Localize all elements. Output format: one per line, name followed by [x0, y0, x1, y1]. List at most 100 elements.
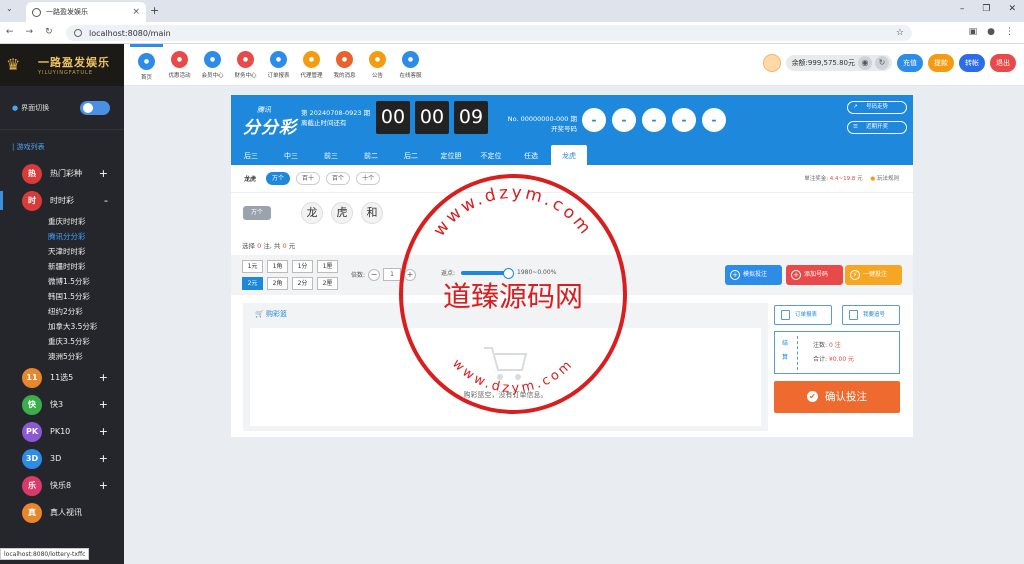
- play-tab[interactable]: 龙虎: [551, 145, 587, 165]
- sidebar-subitem[interactable]: 重庆3.5分彩: [0, 334, 124, 349]
- track-number-label: 我要追号: [863, 312, 886, 318]
- category-icon: 真: [22, 502, 42, 523]
- forward-icon[interactable]: →: [26, 27, 34, 37]
- withdraw-button[interactable]: 提款: [928, 54, 954, 72]
- play-tab[interactable]: 后三: [231, 147, 271, 165]
- unit-option[interactable]: 1元: [242, 260, 263, 273]
- unit-option[interactable]: 2角: [267, 277, 288, 290]
- expand-icon[interactable]: +: [99, 398, 108, 411]
- rules-link[interactable]: ● 玩法规则: [870, 174, 899, 182]
- play-tab[interactable]: 前三: [311, 147, 351, 165]
- sidebar-subitem[interactable]: 韩国1.5分彩: [0, 289, 124, 304]
- sidebar-subitem[interactable]: 纽约2分彩: [0, 304, 124, 319]
- sub-tab[interactable]: 百个: [326, 172, 351, 185]
- sidebar-subitem[interactable]: 腾讯分分彩: [0, 229, 124, 244]
- sidebar-subitem[interactable]: 澳洲5分彩: [0, 349, 124, 364]
- sidebar-category[interactable]: 11 11选5 +: [0, 364, 124, 391]
- menu-icon[interactable]: ⋮: [1005, 27, 1014, 37]
- pick-ball[interactable]: 龙: [301, 202, 324, 224]
- transfer-button[interactable]: 转帐: [959, 54, 985, 72]
- sidebar-subitem[interactable]: 加拿大3.5分彩: [0, 319, 124, 334]
- nav-home[interactable]: ● 首页: [130, 44, 163, 86]
- close-window-icon[interactable]: ✕: [1008, 4, 1016, 14]
- track-number-button[interactable]: 我要追号: [842, 305, 900, 325]
- expand-icon[interactable]: +: [99, 452, 108, 465]
- sidebar-category[interactable]: 快快3 +: [0, 391, 124, 418]
- play-tab[interactable]: 不定位: [471, 147, 511, 165]
- minimize-icon[interactable]: –: [960, 4, 965, 14]
- sidebar-category[interactable]: 乐快乐8 +: [0, 472, 124, 499]
- tab-search-icon[interactable]: ⌄: [6, 4, 13, 13]
- expand-icon[interactable]: +: [99, 371, 108, 384]
- refresh-icon[interactable]: ↻: [875, 56, 889, 70]
- sub-tab[interactable]: 十个: [356, 172, 381, 185]
- play-tab[interactable]: 前二: [351, 147, 391, 165]
- back-icon[interactable]: ←: [6, 27, 14, 37]
- sidebar-category[interactable]: 时时时彩 -: [0, 187, 124, 214]
- sidebar-subitem[interactable]: 天津时时彩: [0, 244, 124, 259]
- sidebar-category[interactable]: 3D 3D +: [0, 445, 124, 472]
- sidebar-subitem[interactable]: 新疆时时彩: [0, 259, 124, 274]
- new-tab-icon[interactable]: +: [150, 4, 159, 17]
- toggle-dot-icon: ●: [12, 103, 19, 112]
- expand-icon[interactable]: +: [99, 479, 108, 492]
- sidebar-subitem[interactable]: 微博1.5分彩: [0, 274, 124, 289]
- url-input[interactable]: localhost:8080/main ☆: [66, 25, 912, 41]
- play-tab[interactable]: 中三: [271, 147, 311, 165]
- sidebar-category[interactable]: 热热门彩种 +: [0, 160, 124, 187]
- restore-icon[interactable]: ❐: [982, 4, 990, 14]
- tab-close-icon[interactable]: ×: [132, 7, 140, 17]
- nav-headset[interactable]: ● 在线客服: [394, 44, 427, 86]
- sidebar-category[interactable]: 真真人视讯: [0, 499, 124, 526]
- reload-icon[interactable]: ↻: [45, 27, 53, 37]
- rules-icon: ●: [870, 176, 876, 182]
- action-button[interactable]: ⚡ 一键投注: [845, 265, 902, 285]
- sub-tab[interactable]: 百十: [296, 172, 321, 185]
- unit-option[interactable]: 2分: [292, 277, 313, 290]
- confirm-bet-button[interactable]: ✔ 确认投注: [774, 381, 900, 413]
- recent-draws-button[interactable]: ☰ 近期开奖: [847, 121, 907, 134]
- minus-icon[interactable]: −: [368, 268, 381, 281]
- nav-agent[interactable]: ● 代理管理: [295, 44, 328, 86]
- logout-button[interactable]: 退出: [990, 54, 1016, 72]
- pick-ball[interactable]: 和: [361, 202, 384, 224]
- avatar[interactable]: [762, 54, 781, 72]
- interface-toggle-switch[interactable]: [80, 100, 110, 115]
- play-tab[interactable]: 后二: [391, 147, 431, 165]
- unit-option[interactable]: 1分: [292, 260, 313, 273]
- nav-user[interactable]: ● 会员中心: [196, 44, 229, 86]
- action-button[interactable]: + 添加号码: [786, 265, 843, 285]
- extension-icon[interactable]: ▣: [969, 27, 978, 37]
- expand-icon[interactable]: +: [99, 167, 108, 180]
- play-tab[interactable]: 任选: [511, 147, 551, 165]
- play-tab[interactable]: 定位胆: [431, 147, 471, 165]
- nav-bell[interactable]: ● 公告: [361, 44, 394, 86]
- recharge-button[interactable]: 充值: [897, 54, 923, 72]
- nav-gift[interactable]: ● 优惠活动: [163, 44, 196, 86]
- site-info-icon[interactable]: [74, 29, 82, 37]
- sidebar-category[interactable]: PK PK10 +: [0, 418, 124, 445]
- profile-icon[interactable]: ●: [987, 27, 995, 37]
- cart-title: 🛒 购彩篮: [255, 309, 287, 319]
- unit-option[interactable]: 1厘: [317, 260, 338, 273]
- draw-ball: -: [642, 108, 666, 132]
- sidebar-subitem[interactable]: 重庆时时彩: [0, 214, 124, 229]
- bookmark-star-icon[interactable]: ☆: [896, 28, 904, 38]
- expand-icon[interactable]: +: [99, 425, 108, 438]
- browser-tab[interactable]: 一路盈发娱乐 ×: [26, 2, 146, 22]
- nav-report[interactable]: ● 订单报表: [262, 44, 295, 86]
- unit-option[interactable]: 1角: [267, 260, 288, 273]
- unit-option[interactable]: 2厘: [317, 277, 338, 290]
- nav-message[interactable]: ● 我的消息: [328, 44, 361, 86]
- nav-money[interactable]: ● 财务中心: [229, 44, 262, 86]
- trend-button[interactable]: ↗ 号码走势: [847, 101, 907, 114]
- collapse-icon[interactable]: -: [104, 194, 108, 207]
- eye-icon[interactable]: ◉: [858, 56, 872, 70]
- logo[interactable]: ♛ 一路盈发娱乐 YILUYINGFATULE: [0, 44, 124, 86]
- watermark-bottom-text: www.dzym.com: [449, 356, 577, 396]
- unit-option[interactable]: 2元: [242, 277, 263, 290]
- action-button[interactable]: + 模拟投注: [725, 265, 782, 285]
- pick-ball[interactable]: 虎: [331, 202, 354, 224]
- sub-tab[interactable]: 万个: [266, 172, 291, 185]
- order-report-button[interactable]: 订单报表: [774, 305, 832, 325]
